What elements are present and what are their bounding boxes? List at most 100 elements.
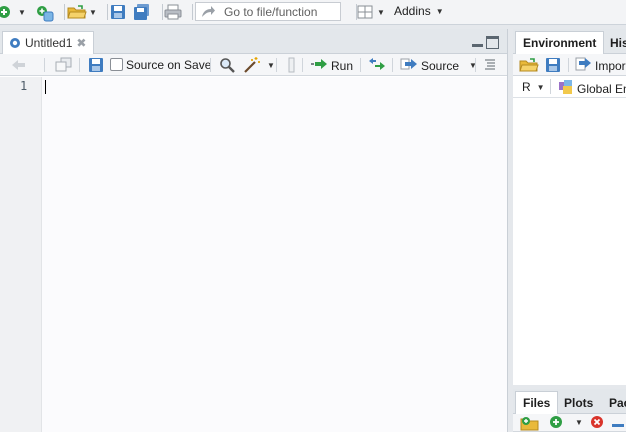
chevron-down-icon: ▼ (89, 7, 97, 17)
document-outline-icon[interactable] (484, 58, 496, 75)
source-on-save-checkbox[interactable] (110, 58, 123, 71)
line-number: 1 (20, 79, 28, 93)
source-arrow-icon (400, 57, 418, 74)
folder-open-icon[interactable] (519, 57, 539, 76)
import-dataset-button[interactable]: Impor (575, 57, 626, 74)
save-all-icon (133, 4, 149, 20)
show-in-window-icon[interactable] (55, 57, 73, 76)
save-icon (110, 4, 126, 20)
source-on-save-label: Source on Save (126, 58, 212, 72)
new-blank-file-icon[interactable] (549, 415, 565, 432)
r-script-icon (9, 37, 21, 49)
toolbar-divider (107, 4, 108, 20)
save-icon[interactable] (88, 57, 104, 76)
tab-history[interactable]: His (603, 31, 626, 54)
tab-untitled1[interactable]: Untitled1 ✖ (2, 31, 94, 54)
rerun-icon[interactable] (368, 57, 386, 74)
minimize-icon[interactable] (471, 36, 484, 49)
toolbar-divider (550, 79, 551, 94)
toolbar-divider (192, 4, 193, 20)
print-icon (164, 4, 182, 20)
files-toolbar: ▼ (513, 414, 626, 432)
language-selector[interactable]: R ▼ (522, 80, 545, 94)
chevron-down-icon: ▼ (377, 7, 385, 17)
files-pane: Files Plots Pac ▼ (513, 389, 626, 432)
global-env-label: Global Env (577, 81, 626, 96)
goto-arrow-icon (200, 4, 216, 20)
new-folder-icon[interactable] (520, 415, 540, 432)
tab-environment-label: Environment (523, 36, 597, 50)
chevron-down-icon[interactable]: ▼ (267, 61, 275, 70)
chevron-down-icon[interactable]: ▼ (575, 418, 583, 427)
grid-icon (357, 4, 373, 20)
text-cursor (45, 80, 46, 94)
magic-wand-icon[interactable] (243, 56, 261, 77)
addins-label: Addins (394, 4, 431, 18)
environment-selector-bar: R ▼ Global Env (513, 76, 626, 98)
goto-file-placeholder: Go to file/function (224, 4, 318, 19)
tab-packages[interactable]: Pac (602, 391, 626, 414)
tab-history-label: His (610, 35, 626, 50)
run-arrow-icon (310, 57, 328, 74)
tab-files[interactable]: Files (515, 391, 559, 414)
chevron-down-icon: ▼ (435, 6, 444, 16)
chevron-down-icon: ▼ (18, 7, 26, 17)
editor-toolbar: Source on Save ▼ Run Source ▼ (0, 54, 507, 76)
addins-menu[interactable]: Addins ▼ (394, 4, 444, 18)
run-button[interactable]: Run (310, 57, 353, 74)
run-label: Run (331, 58, 354, 73)
environment-toolbar: Impor (513, 54, 626, 76)
new-project-button[interactable] (36, 1, 54, 23)
r-label: R (522, 80, 531, 94)
save-button[interactable] (110, 1, 126, 23)
code-editor-area[interactable] (42, 77, 507, 432)
maximize-icon[interactable] (486, 36, 499, 49)
new-project-icon (36, 4, 54, 22)
toolbar-divider (276, 58, 277, 72)
open-file-button[interactable]: ▼ (67, 1, 97, 23)
toolbar-divider (44, 58, 45, 72)
editor-tab-bar: Untitled1 ✖ (0, 29, 507, 54)
toolbar-divider (302, 58, 303, 72)
toolbar-divider (210, 58, 211, 72)
tab-plots[interactable]: Plots (557, 391, 600, 414)
search-icon[interactable] (219, 57, 235, 76)
main-toolbar: ▼ ▼ Go to file/function ▼ Addins ▼ (0, 0, 626, 25)
goto-file-input[interactable]: Go to file/function (195, 2, 341, 21)
save-all-button[interactable] (133, 1, 149, 23)
workspace-panes-button[interactable]: ▼ (357, 1, 385, 23)
chevron-down-icon: ▼ (536, 82, 545, 92)
tab-environment[interactable]: Environment (515, 31, 605, 54)
files-tab-bar: Files Plots Pac (513, 389, 626, 414)
new-file-icon (0, 4, 16, 20)
import-icon (575, 57, 593, 74)
toolbar-divider (162, 4, 163, 20)
close-icon[interactable]: ✖ (76, 36, 86, 50)
save-icon[interactable] (545, 57, 561, 76)
import-label: Impor (595, 58, 626, 73)
tab-title: Untitled1 (25, 36, 73, 50)
environment-pane: Environment His Impor R ▼ Global E (513, 29, 626, 385)
toolbar-divider (475, 58, 476, 72)
environment-cube-icon (558, 79, 574, 98)
toolbar-divider (568, 58, 569, 72)
folder-open-icon (67, 4, 87, 20)
source-label: Source (421, 58, 460, 73)
global-environment-selector[interactable]: Global Env (558, 79, 626, 98)
line-number-gutter: 1 (0, 77, 42, 432)
delete-icon[interactable] (590, 415, 606, 432)
print-button[interactable] (164, 1, 182, 23)
toolbar-divider (64, 4, 65, 20)
back-arrow-icon[interactable] (10, 58, 26, 75)
new-file-button[interactable]: ▼ (0, 1, 26, 23)
rename-icon[interactable] (611, 416, 625, 432)
compile-report-icon[interactable] (287, 57, 297, 76)
toolbar-divider (79, 58, 80, 72)
source-button[interactable]: Source ▼ (400, 57, 477, 74)
toolbar-divider (360, 58, 361, 72)
pane-window-buttons (471, 36, 499, 49)
tab-packages-label: Pac (609, 395, 626, 410)
toolbar-divider (392, 58, 393, 72)
source-editor-pane: Untitled1 ✖ Source on Save ▼ Run Source … (0, 29, 508, 432)
environment-tab-bar: Environment His (513, 29, 626, 54)
